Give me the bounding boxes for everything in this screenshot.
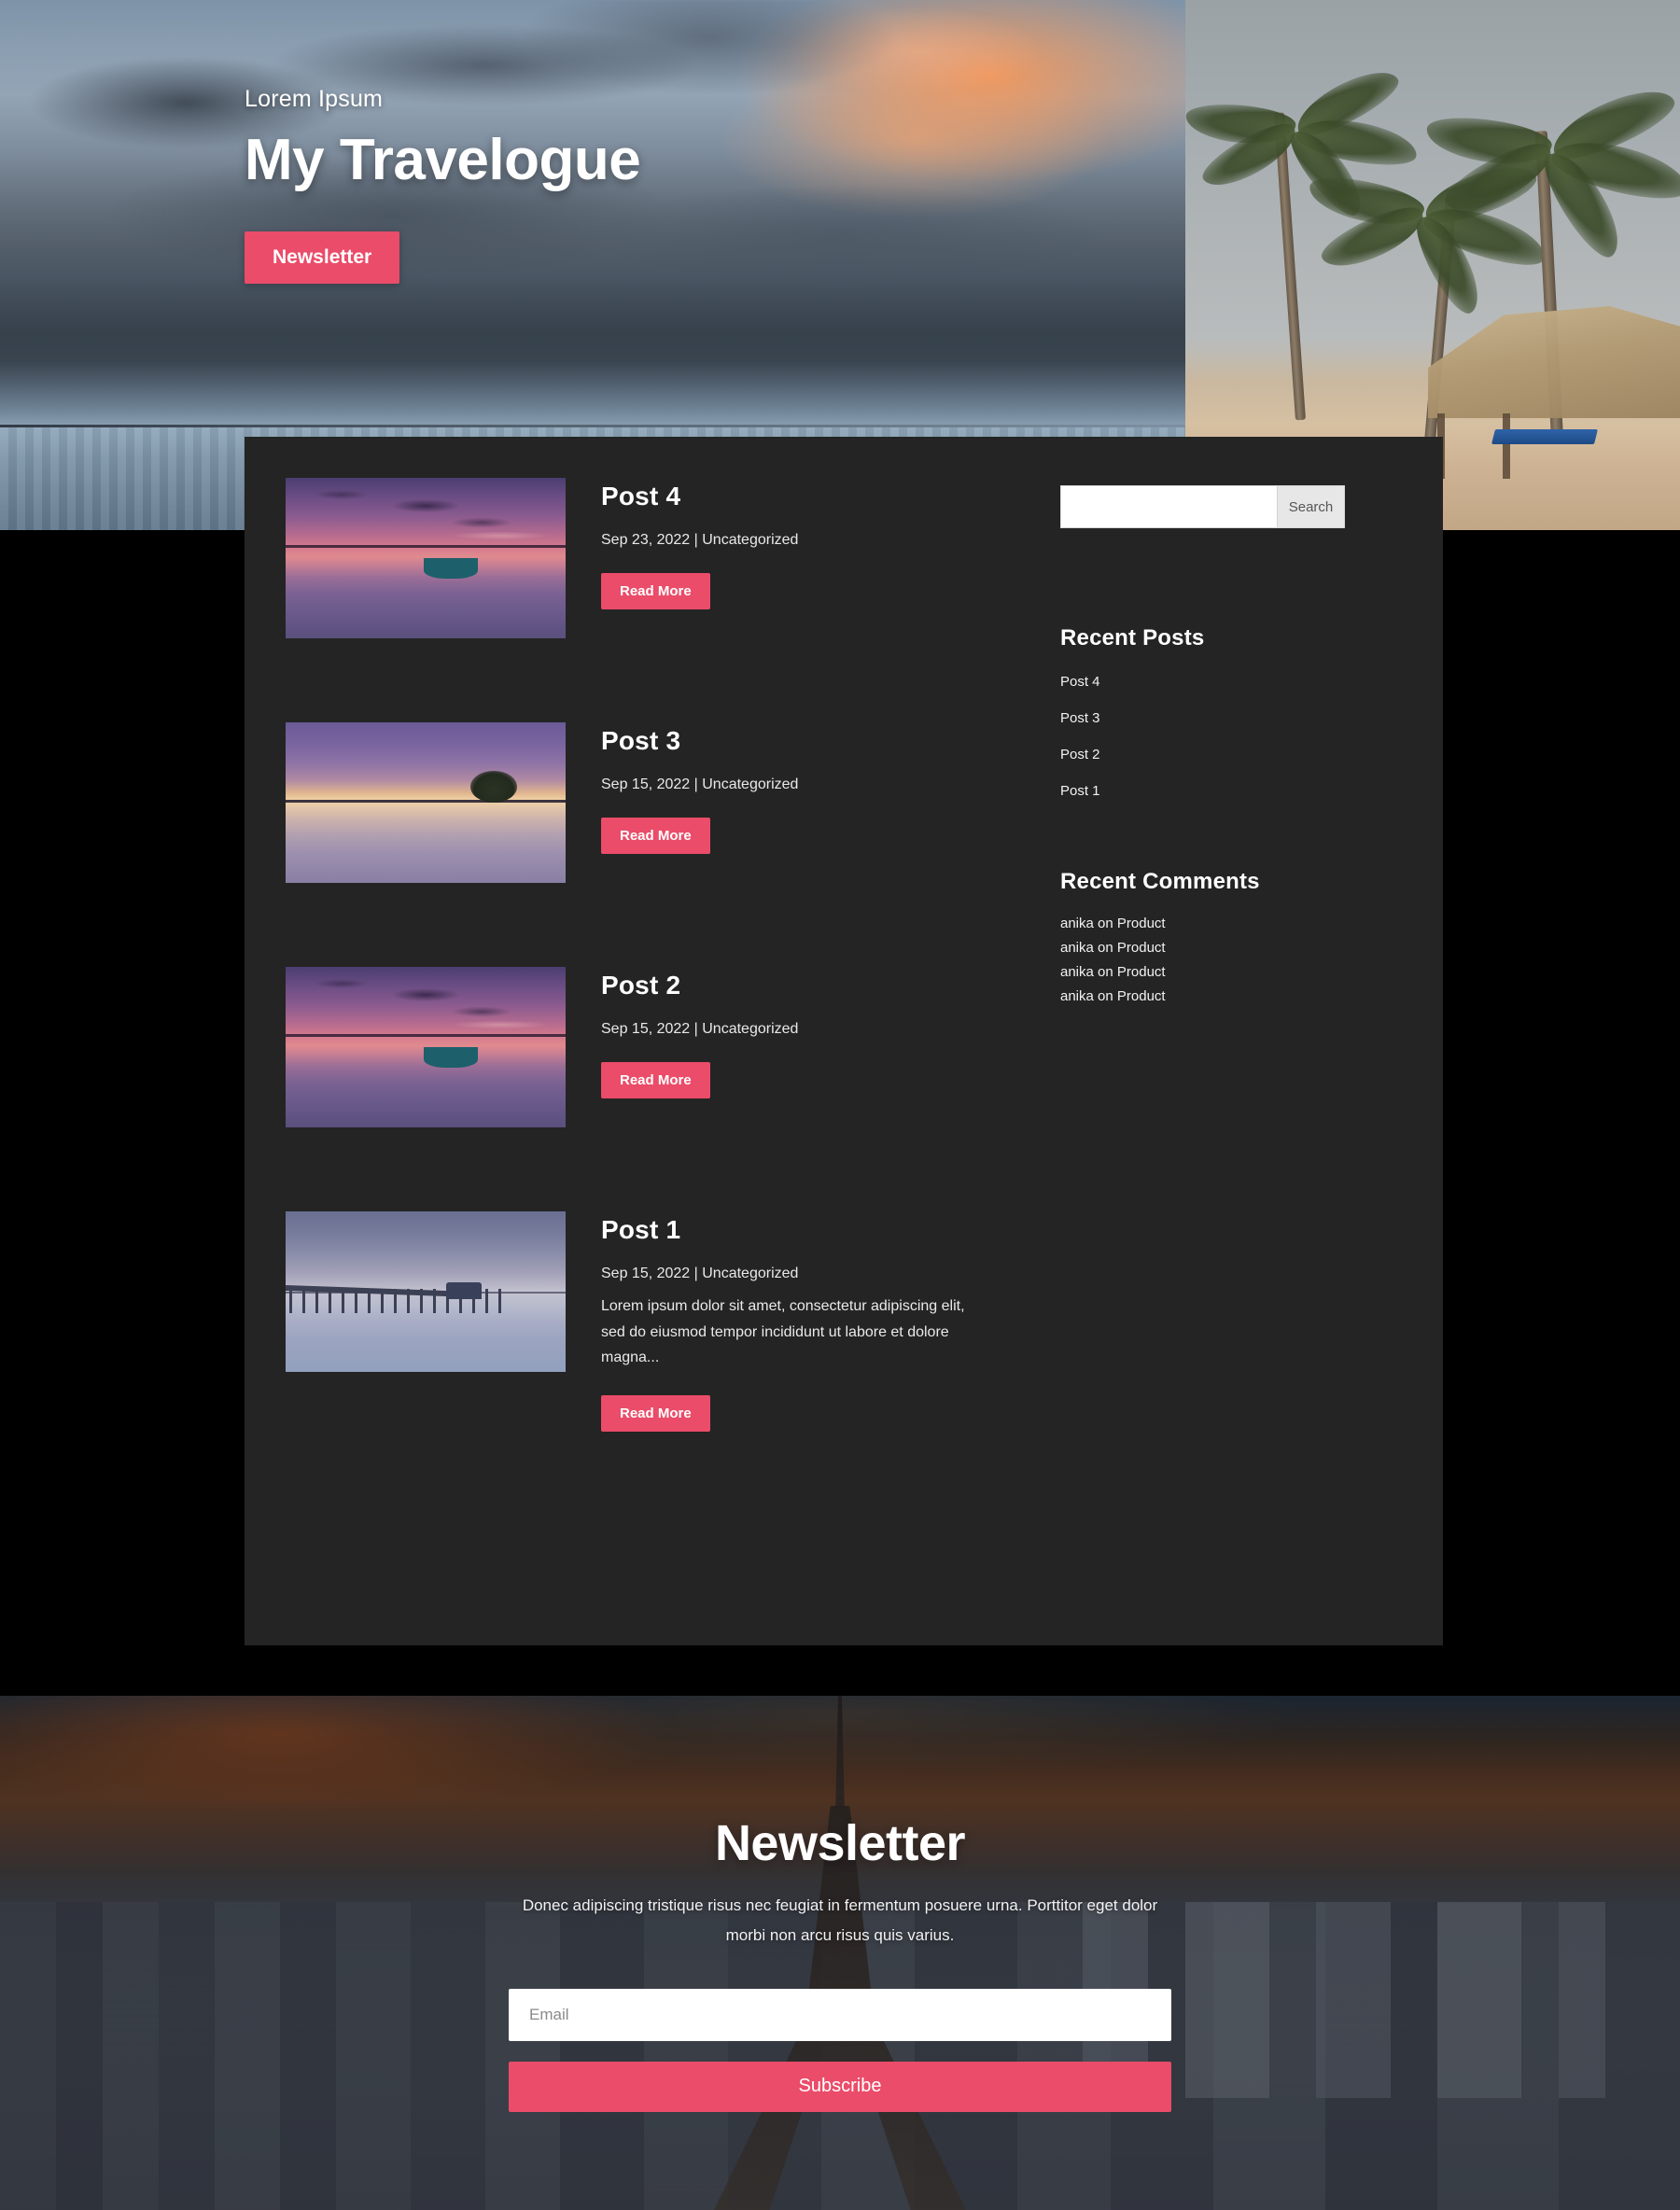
search-button[interactable]: Search: [1277, 486, 1344, 527]
search-form: Search: [1060, 485, 1345, 528]
post-title[interactable]: Post 1: [601, 1215, 1023, 1245]
page-body: Post 4 Sep 23, 2022 | Uncategorized Read…: [0, 437, 1680, 1696]
newsletter-button[interactable]: Newsletter: [245, 231, 400, 285]
read-more-button[interactable]: Read More: [601, 1062, 710, 1098]
read-more-button[interactable]: Read More: [601, 818, 710, 854]
sidebar: Search Recent Posts Post 4 Post 3 Post 2…: [1060, 478, 1402, 1589]
list-item[interactable]: anika on Product: [1060, 940, 1402, 956]
page-title: My Travelogue: [245, 128, 641, 192]
list-item: Post 1: [1060, 783, 1402, 800]
post-title[interactable]: Post 4: [601, 482, 1023, 511]
post-title[interactable]: Post 3: [601, 726, 1023, 756]
recent-posts-list: Post 4 Post 3 Post 2 Post 1: [1060, 674, 1402, 800]
post-meta: Sep 15, 2022 | Uncategorized: [601, 1021, 799, 1037]
post-thumbnail-link[interactable]: [286, 1211, 566, 1372]
thumbnail-pier-hut: [446, 1281, 482, 1299]
recent-post-link[interactable]: Post 2: [1060, 747, 1100, 762]
thumbnail-cloud-detail: [286, 478, 566, 638]
newsletter-title: Newsletter: [714, 1815, 966, 1871]
recent-post-link[interactable]: Post 3: [1060, 710, 1100, 726]
post-excerpt: Lorem ipsum dolor sit amet, consectetur …: [601, 1298, 965, 1366]
post-meta: Sep 15, 2022 | Uncategorized: [601, 776, 799, 792]
post-body: Post 1 Sep 15, 2022 | Uncategorized Lore…: [601, 1211, 1023, 1432]
newsletter-content: Newsletter Donec adipiscing tristique ri…: [0, 1696, 1680, 2210]
post-item: Post 2 Sep 15, 2022 | Uncategorized Read…: [286, 967, 1023, 1127]
recent-comments-list: anika on Product anika on Product anika …: [1060, 916, 1402, 1004]
list-item[interactable]: anika on Product: [1060, 916, 1402, 931]
post-item: Post 4 Sep 23, 2022 | Uncategorized Read…: [286, 478, 1023, 638]
list-item: Post 2: [1060, 747, 1402, 763]
read-more-button[interactable]: Read More: [601, 573, 710, 609]
post-thumbnail-image: [286, 722, 566, 883]
list-item: Post 3: [1060, 710, 1402, 727]
beach-hut: [1428, 306, 1680, 418]
read-more-button[interactable]: Read More: [601, 1394, 710, 1432]
post-meta: Sep 23, 2022 | Uncategorized: [601, 532, 799, 548]
list-item: Post 4: [1060, 674, 1402, 691]
post-item: Post 3 Sep 15, 2022 | Uncategorized Read…: [286, 722, 1023, 883]
recent-posts-widget: Recent Posts Post 4 Post 3 Post 2 Post 1: [1060, 625, 1402, 800]
post-body: Post 4 Sep 23, 2022 | Uncategorized Read…: [601, 478, 1023, 638]
list-item[interactable]: anika on Product: [1060, 964, 1402, 980]
post-body: Post 2 Sep 15, 2022 | Uncategorized Read…: [601, 967, 1023, 1127]
thumbnail-cloud-detail: [286, 967, 566, 1127]
subscribe-button[interactable]: Subscribe: [509, 2061, 1171, 2112]
newsletter-footer: Newsletter Donec adipiscing tristique ri…: [0, 1696, 1680, 2210]
email-field[interactable]: [509, 1988, 1171, 2041]
post-title[interactable]: Post 2: [601, 971, 1023, 1000]
hero-content: Lorem Ipsum My Travelogue Newsletter: [245, 86, 641, 285]
post-thumbnail-link[interactable]: [286, 722, 566, 883]
hero-subtitle: Lorem Ipsum: [245, 86, 384, 112]
recent-post-link[interactable]: Post 1: [1060, 783, 1100, 799]
post-meta: Sep 15, 2022 | Uncategorized: [601, 1266, 799, 1281]
post-item: Post 1 Sep 15, 2022 | Uncategorized Lore…: [286, 1211, 1023, 1432]
newsletter-description: Donec adipiscing tristique risus nec feu…: [522, 1896, 1158, 1945]
recent-posts-title: Recent Posts: [1060, 625, 1205, 650]
content-card: Post 4 Sep 23, 2022 | Uncategorized Read…: [245, 437, 1443, 1645]
hero-clouds: [0, 0, 1307, 308]
posts-column: Post 4 Sep 23, 2022 | Uncategorized Read…: [286, 478, 1023, 1589]
post-thumbnail-link[interactable]: [286, 478, 566, 638]
search-input[interactable]: [1061, 486, 1277, 527]
post-body: Post 3 Sep 15, 2022 | Uncategorized Read…: [601, 722, 1023, 883]
recent-post-link[interactable]: Post 4: [1060, 674, 1100, 690]
list-item[interactable]: anika on Product: [1060, 988, 1402, 1004]
beach-lounger: [1491, 429, 1598, 444]
beach-hut-posts: [1437, 413, 1671, 479]
recent-comments-widget: Recent Comments anika on Product anika o…: [1060, 869, 1402, 1004]
recent-comments-title: Recent Comments: [1060, 869, 1260, 894]
post-thumbnail-link[interactable]: [286, 967, 566, 1127]
